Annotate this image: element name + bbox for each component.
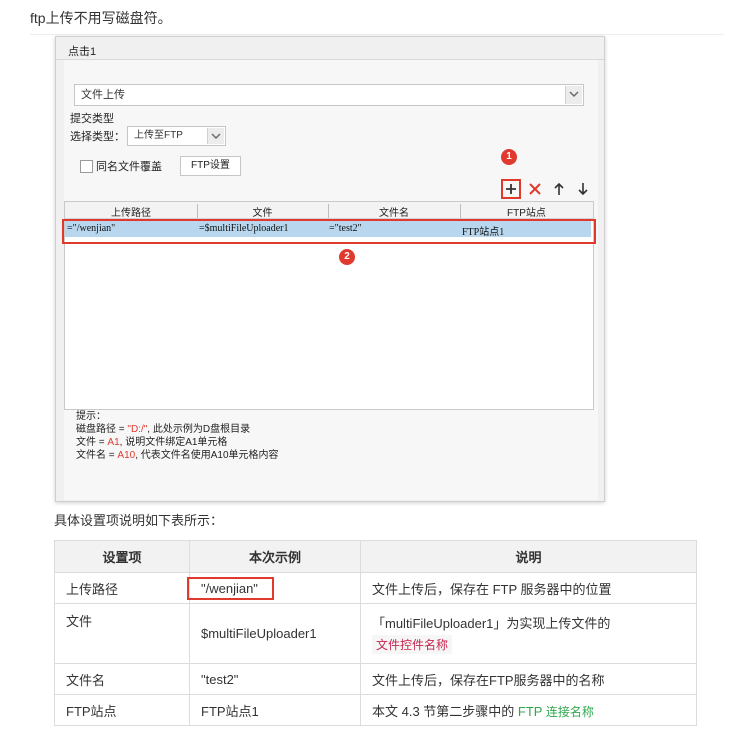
chevron-down-icon[interactable] [207, 128, 224, 144]
table-cell: 本文 4.3 节第二步骤中的 FTP 连接名称 [360, 694, 697, 726]
grid-column-header: 文件 [252, 208, 273, 219]
table-cell: 「multiFileUploader1」为实现上传文件的 文件控件名称 [360, 603, 697, 664]
table-cell: 文件上传后，保存在FTP服务器中的名称 [360, 663, 697, 695]
highlighted-example: "/wenjian" [187, 576, 274, 600]
table-cell: $multiFileUploader1 [189, 603, 361, 664]
grid-column-header: 上传路径 [111, 208, 151, 219]
table-cell: 文件上传后，保存在 FTP 服务器中的位置 [360, 572, 697, 604]
table-row: FTP站点 FTP站点1 本文 4.3 节第二步骤中的 FTP 连接名称 [54, 694, 697, 726]
description-text: 具体设置项说明如下表所示： [54, 513, 224, 528]
table-cell: FTP站点1 [189, 694, 361, 726]
hint-line: 文件名 = A10, 代表文件名使用A10单元格内容 [76, 450, 279, 461]
same-name-overwrite-label: 同名文件覆盖 [96, 161, 162, 173]
step-badge-1: 1 [501, 149, 517, 165]
hint-line: 文件 = A1, 说明文件绑定A1单元格 [76, 437, 228, 448]
dialog-screenshot: 点击1 文件上传 提交类型 选择类型： 上传至FTP 同名文件覆盖 FTP设置 … [55, 36, 605, 502]
intro-text: ftp上传不用写磁盘符。 [30, 10, 172, 26]
type-select[interactable]: 上传至FTP [127, 126, 226, 146]
type-select-value: 上传至FTP [134, 130, 183, 141]
inline-code: 文件控件名称 [372, 635, 453, 654]
grid-column-header: FTP站点 [507, 208, 546, 219]
settings-table: 设置项 本次示例 说明 上传路径 "/wenjian" 文件上传后，保存在 FT… [54, 540, 697, 726]
row-highlight [62, 219, 596, 244]
table-cell: 文件名 [54, 663, 190, 695]
delete-icon [529, 183, 541, 195]
chevron-down-icon[interactable] [565, 86, 582, 104]
grid-header: 上传路径 文件 文件名 FTP站点 [65, 202, 593, 219]
table-row: 文件名 "test2" 文件上传后，保存在FTP服务器中的名称 [54, 663, 697, 695]
delete-row-button[interactable] [527, 181, 543, 197]
hint-title: 提示： [76, 411, 106, 422]
hint-box: 提示： 磁盘路径 = "D:/", 此处示例为D盘根目录 文件 = A1, 说明… [76, 410, 279, 462]
table-cell: "test2" [189, 663, 361, 695]
move-up-button[interactable] [551, 181, 567, 197]
table-header: 本次示例 [189, 540, 361, 573]
action-select[interactable]: 文件上传 [74, 84, 584, 106]
table-cell: FTP站点 [54, 694, 190, 726]
table-cell-text: 「multiFileUploader1」为实现上传文件的 [372, 616, 611, 631]
ftp-link[interactable]: FTP [518, 704, 543, 719]
submit-type-label: 提交类型 [70, 113, 114, 125]
action-select-value: 文件上传 [81, 89, 125, 101]
table-cell: 文件 [54, 603, 190, 664]
arrow-up-icon [554, 182, 564, 195]
table-cell: 上传路径 [54, 572, 190, 604]
grid-column-header: 文件名 [379, 208, 409, 219]
ftp-settings-button[interactable]: FTP设置 [180, 156, 241, 176]
move-down-button[interactable] [575, 181, 591, 197]
table-header: 设置项 [54, 540, 190, 573]
add-icon [506, 184, 516, 194]
hint-line: 磁盘路径 = "D:/", 此处示例为D盘根目录 [76, 424, 251, 435]
add-row-button[interactable] [501, 179, 521, 199]
table-row: 文件 $multiFileUploader1 「multiFileUploade… [54, 603, 697, 664]
select-type-label: 选择类型： [70, 131, 125, 143]
arrow-down-icon [578, 183, 588, 196]
table-row: 上传路径 "/wenjian" 文件上传后，保存在 FTP 服务器中的位置 [54, 572, 697, 604]
step-badge-2: 2 [339, 249, 355, 265]
table-header: 说明 [360, 540, 697, 573]
dialog-title: 点击1 [68, 46, 97, 58]
divider [30, 34, 724, 35]
connection-name-link[interactable]: 连接名称 [542, 705, 594, 719]
table-cell: "/wenjian" [187, 572, 361, 604]
table-header-row: 设置项 本次示例 说明 [54, 540, 697, 573]
same-name-overwrite-checkbox[interactable] [80, 160, 93, 173]
